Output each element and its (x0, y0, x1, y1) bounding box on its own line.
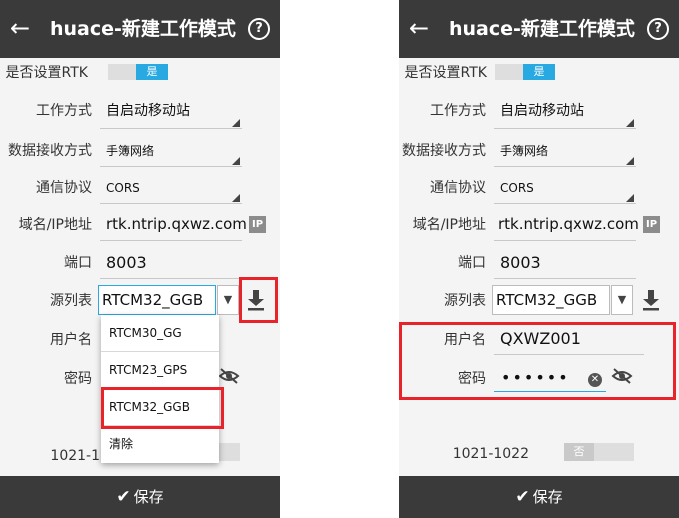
ip-badge-icon[interactable]: IP (643, 216, 660, 233)
check-icon: ✔ (515, 487, 530, 507)
credentials-highlight-box (399, 322, 676, 400)
dropdown-option-clear[interactable]: 清除 (101, 426, 219, 462)
rtk-label: 是否设置RTK (5, 65, 88, 81)
domain-underline (100, 240, 242, 241)
help-icon[interactable]: ? (248, 18, 270, 40)
ip-badge-icon[interactable]: IP (249, 216, 266, 233)
selected-option-highlight-box (101, 387, 224, 429)
check-icon: ✔ (116, 487, 131, 507)
domain-label: 域名/IP地址 (412, 217, 486, 233)
protocol-dropdown-icon[interactable] (626, 194, 634, 202)
data-recv-underline (494, 166, 636, 167)
source-label: 源列表 (444, 293, 486, 309)
freq-label: 1021-1022 (452, 446, 529, 462)
back-arrow-icon[interactable]: ← (409, 11, 429, 45)
freq-toggle[interactable]: 否 (564, 443, 634, 461)
rtk-toggle-on: 是 (523, 64, 555, 80)
source-label: 源列表 (50, 293, 92, 309)
source-select[interactable]: RTCM32_GGB (492, 285, 610, 315)
download-icon[interactable] (641, 289, 661, 311)
port-label: 端口 (64, 255, 92, 271)
work-mode-label: 工作方式 (36, 103, 92, 119)
help-icon[interactable]: ? (647, 18, 669, 40)
work-mode-label: 工作方式 (430, 103, 486, 119)
username-label: 用户名 (50, 332, 92, 348)
work-mode-dropdown-icon[interactable] (232, 119, 240, 127)
port-label: 端口 (458, 255, 486, 271)
work-mode-dropdown-icon[interactable] (626, 119, 634, 127)
domain-input[interactable]: rtk.ntrip.qxwz.com (498, 214, 639, 234)
password-label: 密码 (64, 371, 92, 387)
dropdown-option[interactable]: RTCM23_GPS (101, 352, 219, 388)
protocol-dropdown-icon[interactable] (232, 194, 240, 202)
save-bar[interactable]: ✔ 保存 (399, 476, 679, 518)
data-recv-dropdown-icon[interactable] (232, 157, 240, 165)
domain-label: 域名/IP地址 (18, 217, 92, 233)
title-bar: ← huace-新建工作模式 ? (399, 0, 679, 58)
data-recv-select[interactable]: 手簿网络 (106, 141, 154, 161)
port-underline (100, 278, 242, 279)
protocol-label: 通信协议 (430, 180, 486, 196)
rtk-toggle-on: 是 (136, 64, 168, 80)
freq-toggle-off: 否 (564, 443, 594, 461)
page-title: huace-新建工作模式 (50, 18, 236, 40)
data-recv-underline (100, 166, 242, 167)
rtk-toggle[interactable]: 是 (108, 64, 168, 80)
save-bar[interactable]: ✔ 保存 (0, 476, 280, 518)
protocol-underline (100, 203, 242, 204)
port-input[interactable]: 8003 (500, 253, 541, 273)
save-button-label: 保存 (532, 488, 563, 506)
protocol-select[interactable]: CORS (106, 178, 140, 198)
port-input[interactable]: 8003 (106, 253, 147, 273)
source-dropdown-button[interactable]: ▼ (217, 285, 239, 315)
eye-off-icon[interactable] (218, 367, 240, 385)
work-mode-select[interactable]: 自启动移动站 (500, 101, 584, 121)
rtk-label: 是否设置RTK (404, 65, 487, 81)
domain-input[interactable]: rtk.ntrip.qxwz.com (106, 214, 247, 234)
protocol-underline (494, 203, 636, 204)
back-arrow-icon[interactable]: ← (10, 11, 30, 45)
source-dropdown-button[interactable]: ▼ (611, 285, 633, 315)
data-recv-select[interactable]: 手簿网络 (500, 141, 548, 161)
download-highlight-box (239, 277, 278, 323)
data-recv-label: 数据接收方式 (8, 143, 92, 159)
phone-screen-right: ← huace-新建工作模式 ? 是否设置RTK 是 工作方式 自启动移动站 数… (399, 0, 679, 518)
work-mode-select[interactable]: 自启动移动站 (106, 101, 190, 121)
domain-underline (494, 240, 636, 241)
protocol-select[interactable]: CORS (500, 178, 534, 198)
work-mode-underline (100, 128, 242, 129)
data-recv-label: 数据接收方式 (402, 143, 486, 159)
work-mode-underline (494, 128, 636, 129)
protocol-label: 通信协议 (36, 180, 92, 196)
phone-screen-left: ← huace-新建工作模式 ? 是否设置RTK 是 工作方式 自启动移动站 数… (0, 0, 280, 518)
port-underline (494, 278, 636, 279)
rtk-toggle[interactable]: 是 (495, 64, 555, 80)
save-button-label: 保存 (133, 488, 164, 506)
freq-label-partial: 1021-1 (50, 448, 100, 464)
dropdown-option[interactable]: RTCM30_GG (101, 315, 219, 351)
data-recv-dropdown-icon[interactable] (626, 157, 634, 165)
title-bar: ← huace-新建工作模式 ? (0, 0, 280, 58)
source-select[interactable]: RTCM32_GGB (98, 285, 216, 315)
page-title: huace-新建工作模式 (449, 18, 635, 40)
